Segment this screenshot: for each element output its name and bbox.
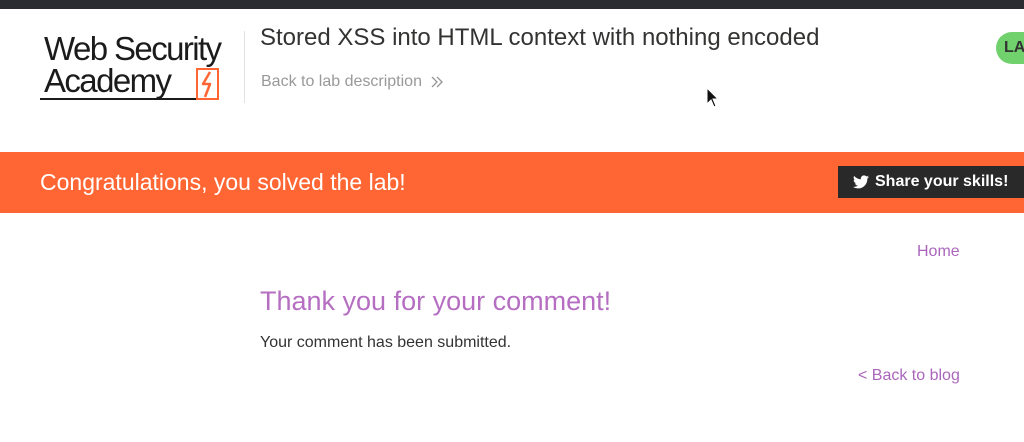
logo-text-line1: Web Security [44, 30, 222, 67]
lab-title: Stored XSS into HTML context with nothin… [260, 24, 820, 51]
share-skills-button[interactable]: Share your skills! [838, 166, 1024, 198]
lab-status-badge: LAB Solved [996, 32, 1024, 64]
home-link[interactable]: Home [917, 243, 960, 261]
lightning-logo-icon [196, 68, 219, 100]
browser-top-bar [0, 0, 1024, 9]
mouse-cursor-icon [706, 87, 720, 108]
back-to-lab-description-label: Back to lab description [261, 73, 422, 90]
logo-underline [40, 98, 205, 100]
page-heading: Thank you for your comment! [260, 286, 612, 316]
logo-text-line2: Academy [44, 62, 172, 99]
double-chevron-right-icon [431, 76, 443, 88]
submission-message: Your comment has been submitted. [260, 334, 512, 351]
back-to-lab-description-link[interactable]: Back to lab description [261, 73, 444, 91]
congratulations-banner: Congratulations, you solved the lab! Sha… [0, 152, 1024, 213]
web-security-academy-logo[interactable]: Web Security Academy [40, 29, 244, 109]
header-divider [244, 31, 245, 103]
back-to-blog-link[interactable]: < Back to blog [858, 367, 960, 385]
twitter-bird-icon [853, 175, 869, 189]
congratulations-message: Congratulations, you solved the lab! [40, 169, 406, 195]
lab-header: Web Security Academy Stored XSS into HTM… [0, 9, 1024, 152]
share-skills-label: Share your skills! [875, 173, 1009, 190]
